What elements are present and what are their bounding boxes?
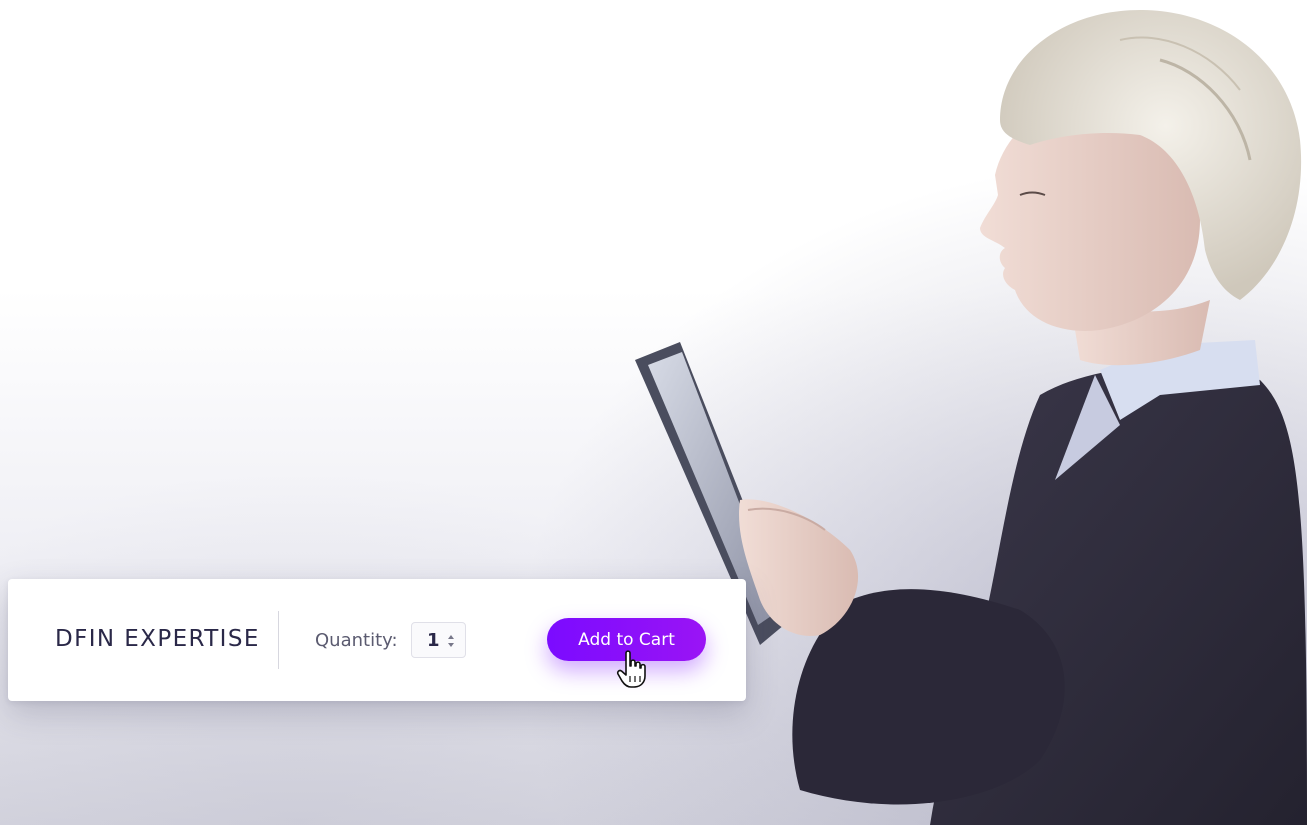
quantity-stepper[interactable]: 1 bbox=[411, 622, 466, 658]
product-title: DFIN EXPERTISE bbox=[55, 626, 260, 652]
divider bbox=[278, 611, 279, 669]
up-down-arrows-icon[interactable] bbox=[446, 632, 456, 650]
quantity-label: Quantity: bbox=[315, 630, 398, 651]
woman-with-tablet-image bbox=[635, 10, 1307, 825]
hand-pointer-icon bbox=[616, 650, 646, 688]
quantity-value: 1 bbox=[427, 630, 440, 651]
